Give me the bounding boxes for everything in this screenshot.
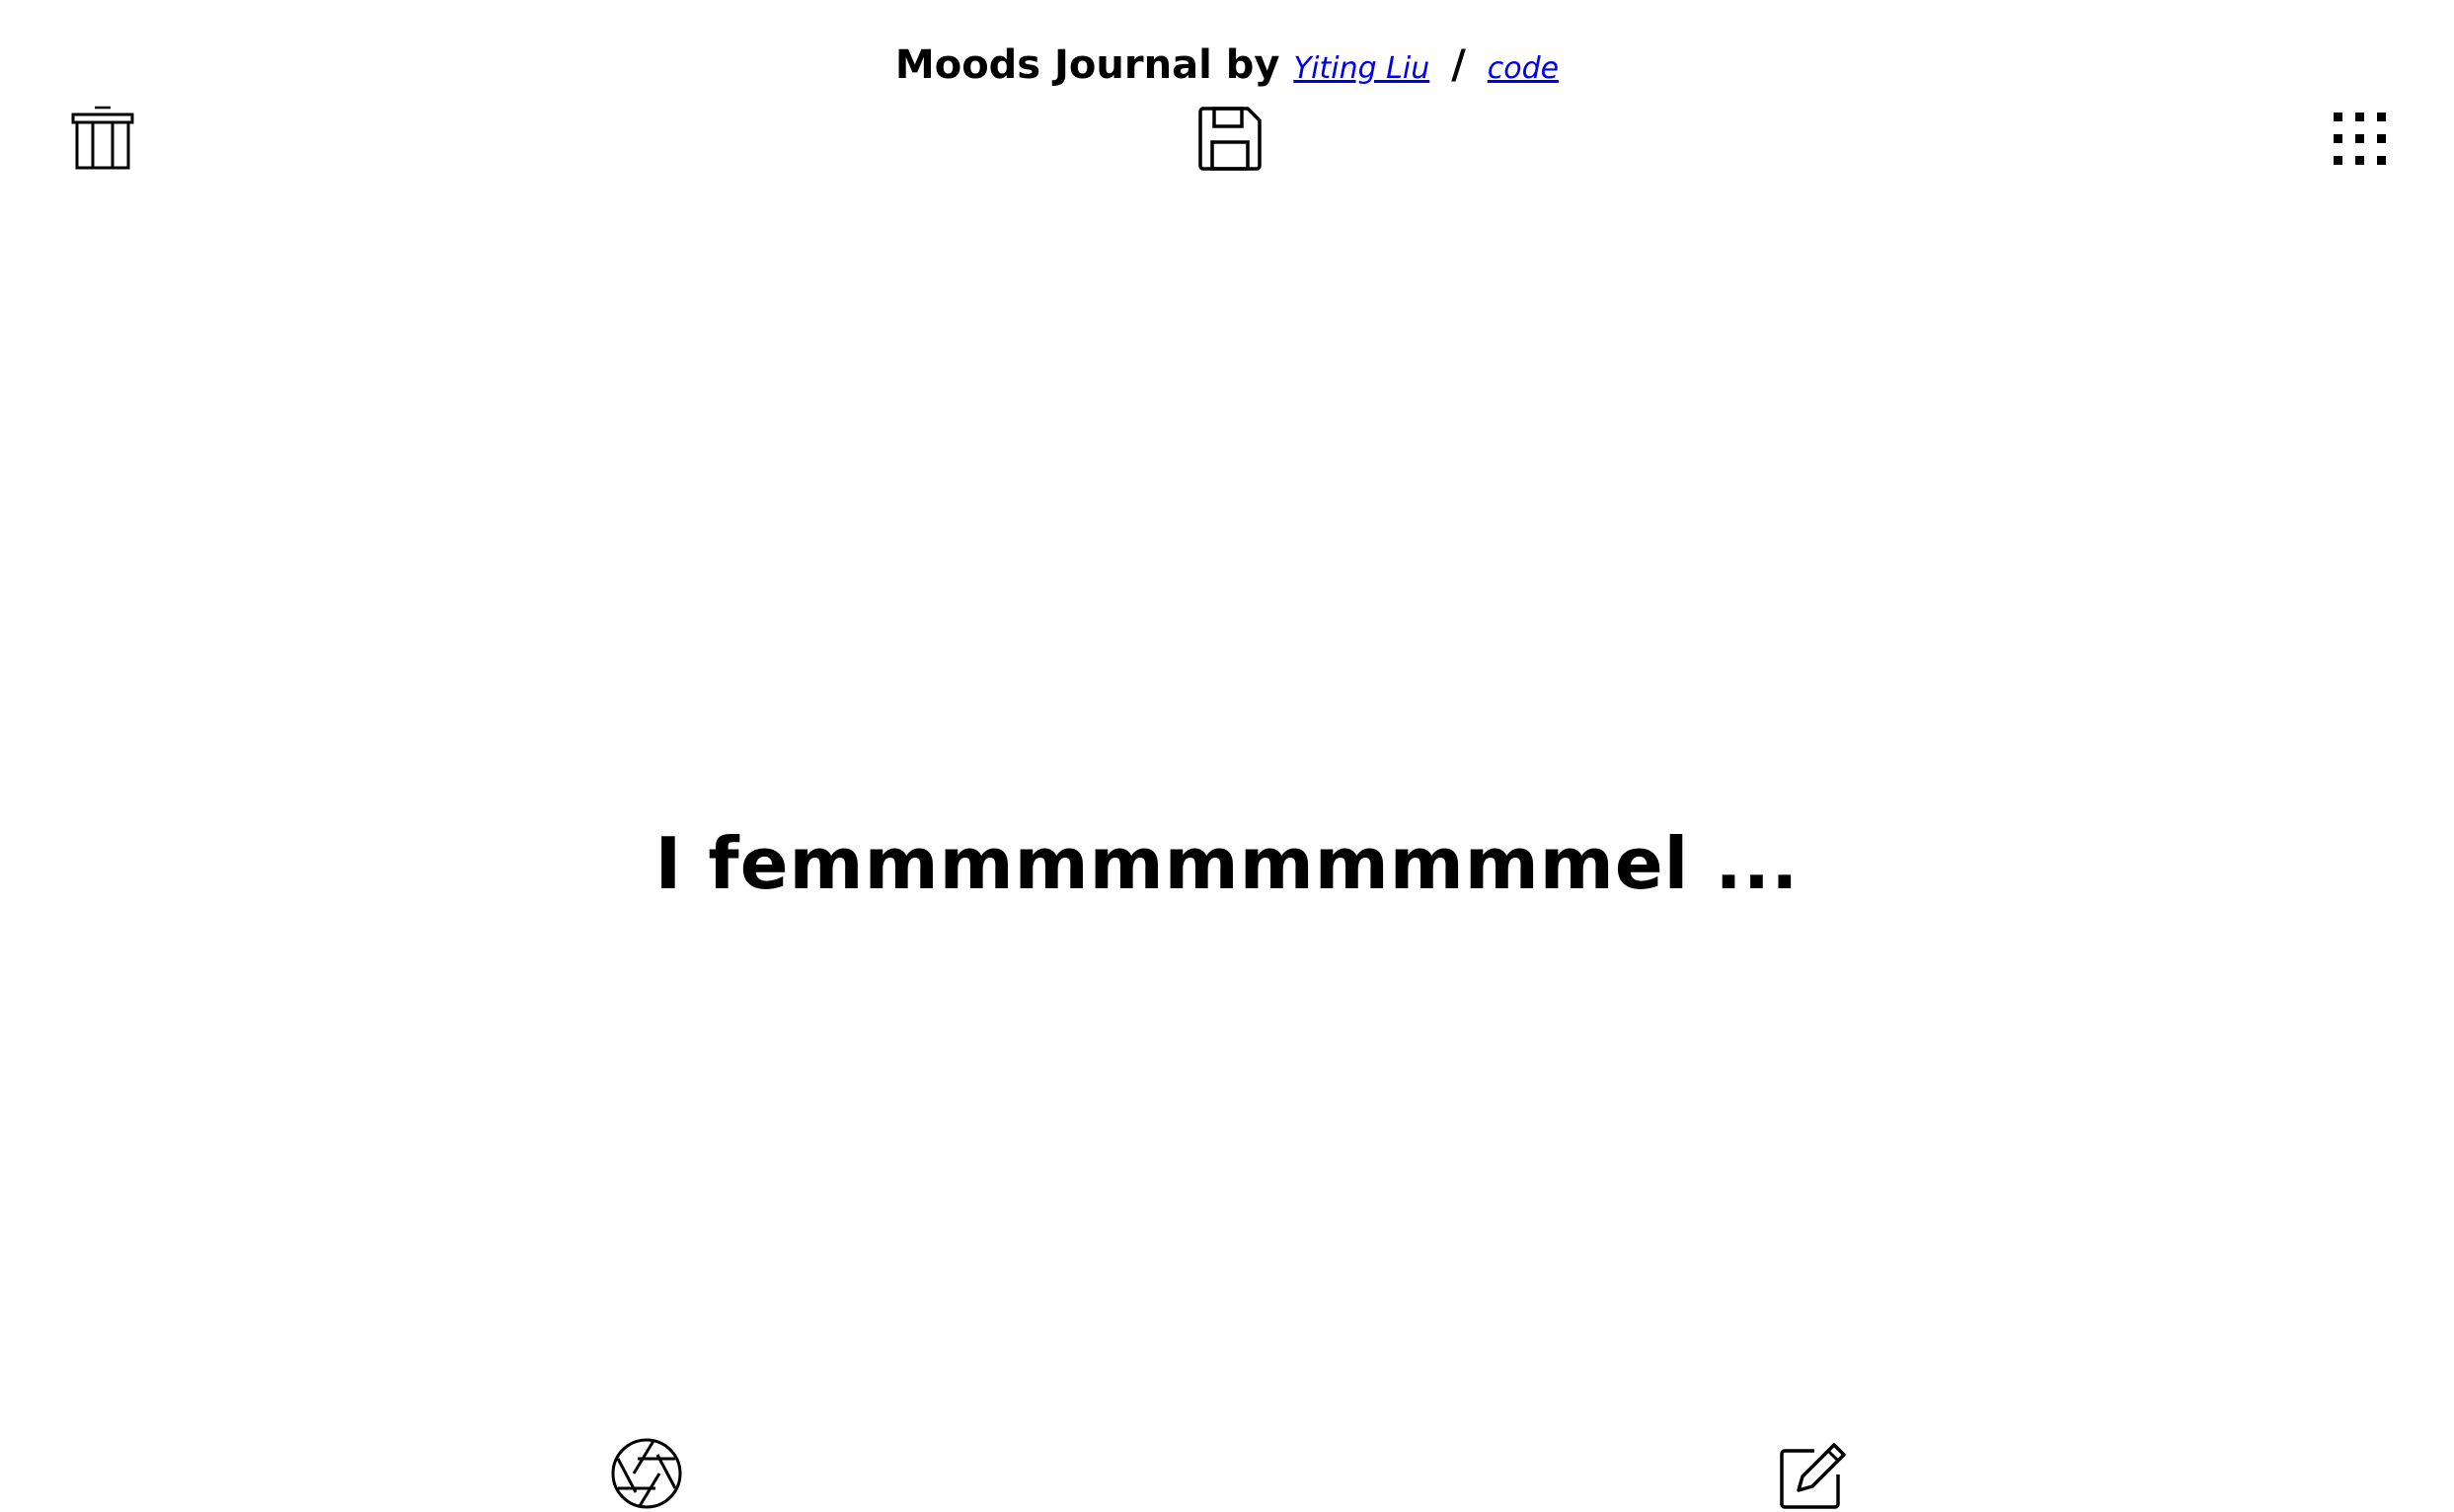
author-link[interactable]: Yiting Liu xyxy=(1293,51,1429,86)
trash-icon xyxy=(71,106,134,170)
edit-button[interactable] xyxy=(1779,1441,1848,1510)
app-header: Moods Journal by Yiting Liu / code xyxy=(0,38,2454,97)
grid-icon xyxy=(2334,113,2386,165)
header-separator: / xyxy=(1451,42,1466,88)
trash-button[interactable] xyxy=(71,105,134,170)
camera-button[interactable] xyxy=(610,1437,683,1510)
code-link[interactable]: code xyxy=(1488,51,1559,86)
edit-icon xyxy=(1780,1443,1846,1509)
save-icon xyxy=(1198,107,1262,171)
mood-text[interactable]: I femmmmmmmmmmmel ... xyxy=(0,809,2454,918)
grid-menu-button[interactable] xyxy=(2332,111,2389,168)
aperture-icon xyxy=(611,1438,682,1509)
app-title: Moods Journal by xyxy=(894,42,1280,88)
save-button[interactable] xyxy=(1196,105,1264,172)
